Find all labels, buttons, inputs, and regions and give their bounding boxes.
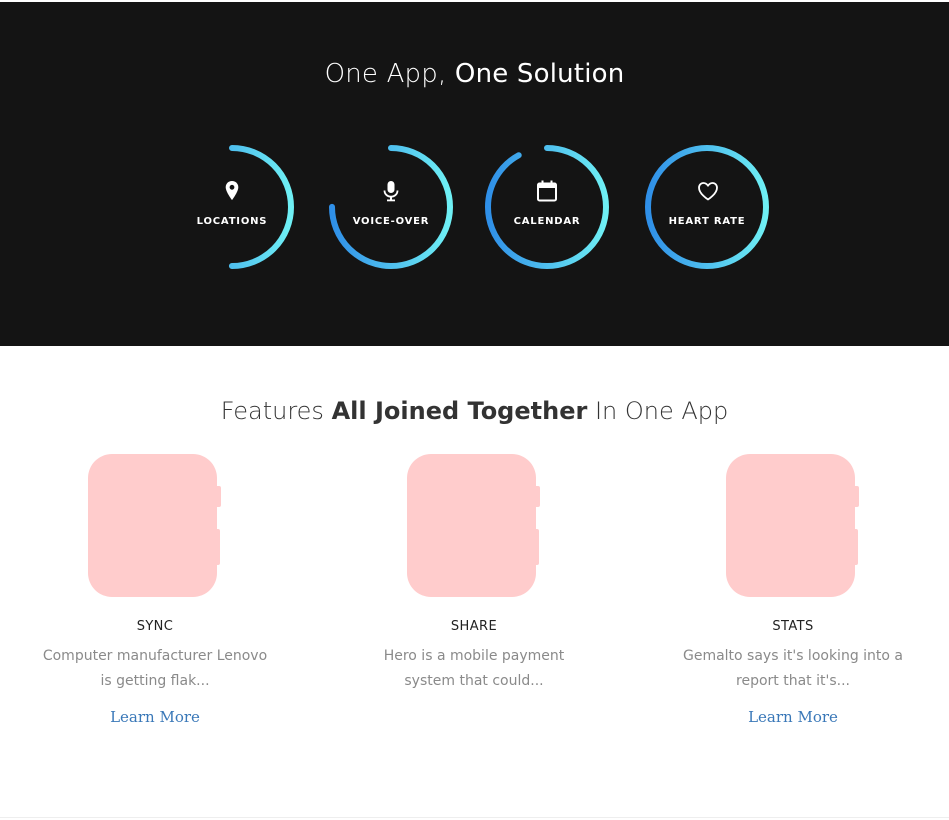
map-pin-icon [220, 179, 244, 203]
learn-more-link[interactable]: Learn More [748, 708, 838, 726]
feature-description: Hero is a mobile payment system that cou… [383, 648, 565, 689]
feature-card-share: SHARE Hero is a mobile payment system th… [324, 452, 624, 694]
heart-icon [695, 179, 719, 203]
feature-ring-heart-rate[interactable]: HEART RATE [642, 142, 772, 272]
microphone-icon [379, 179, 403, 203]
feature-card-stats: STATS Gemalto says it's looking into a r… [643, 452, 943, 726]
features-title: Features All Joined Together In One App [0, 397, 949, 425]
watch-image [407, 452, 541, 598]
feature-description: Computer manufacturer Lenovo is getting … [42, 648, 268, 689]
ring-label: VOICE-OVER [352, 216, 430, 227]
ring-arc [485, 145, 609, 269]
features-title-light: Features [220, 397, 324, 425]
ring-label: CALENDAR [513, 216, 581, 227]
hero-title-bold: One Solution [454, 59, 625, 89]
feature-ring-locations[interactable]: LOCATIONS [167, 142, 297, 272]
watch-image [726, 452, 860, 598]
progress-ring [645, 145, 769, 269]
calendar-icon [535, 179, 559, 203]
features-title-light: In One App [594, 397, 729, 425]
ring-arc [645, 145, 769, 269]
ring-label: HEART RATE [668, 216, 746, 227]
hero-section: One App, One Solution LOCATIONS VOICE-OV… [0, 2, 949, 346]
learn-more-link[interactable]: Learn More [110, 708, 200, 726]
feature-ring-calendar[interactable]: CALENDAR [482, 142, 612, 272]
feature-ring-voice-over[interactable]: VOICE-OVER [326, 142, 456, 272]
feature-title: SYNC [136, 619, 174, 634]
feature-card-sync: SYNC Computer manufacturer Lenovo is get… [5, 452, 305, 726]
feature-title: SHARE [450, 619, 498, 634]
feature-description: Gemalto says it's looking into a report … [682, 648, 904, 689]
features-title-bold: All Joined Together [331, 397, 588, 425]
ring-arc [170, 145, 294, 269]
hero-title: One App, One Solution [0, 59, 949, 89]
progress-ring [329, 145, 453, 269]
ring-arc [329, 145, 453, 269]
ring-label: LOCATIONS [196, 216, 268, 227]
watch-image [88, 452, 222, 598]
progress-ring [170, 145, 294, 269]
progress-ring [485, 145, 609, 269]
hero-title-light: One App, [324, 59, 447, 89]
feature-title: STATS [772, 619, 814, 634]
divider [0, 817, 949, 818]
